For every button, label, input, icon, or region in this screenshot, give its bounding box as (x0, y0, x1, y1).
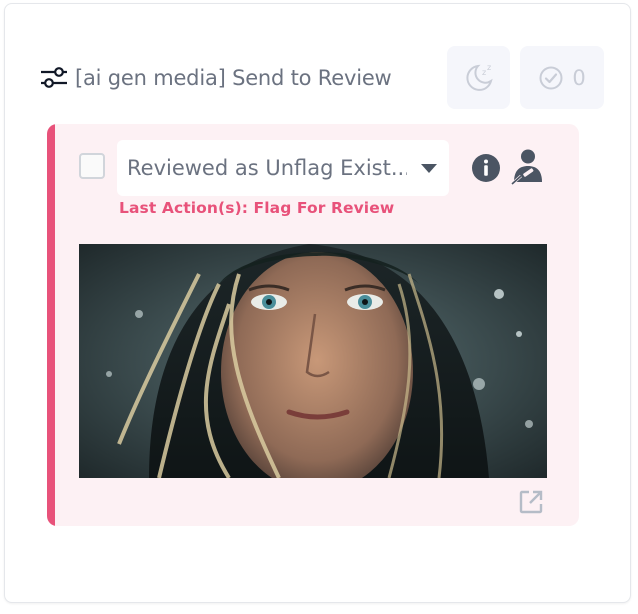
svg-text:z: z (487, 63, 491, 72)
queue-title: [ai gen media] Send to Review (75, 66, 392, 90)
chevron-down-icon (421, 164, 437, 173)
panel-header: [ai gen media] Send to Review z z 0 (39, 44, 638, 110)
status-select-value: Reviewed as Unflag Exist... (127, 156, 407, 180)
user-gavel-icon[interactable] (509, 148, 547, 186)
media-image (79, 244, 547, 478)
approve-button[interactable]: 0 (520, 46, 604, 109)
moon-snooze-icon: z z (465, 63, 493, 91)
svg-text:z: z (482, 68, 486, 77)
sliders-icon[interactable] (39, 63, 69, 93)
status-select[interactable]: Reviewed as Unflag Exist... (117, 140, 449, 196)
approve-count: 0 (572, 65, 586, 90)
last-action-label: Last Action(s): Flag For Review (119, 199, 395, 217)
review-item-card: Reviewed as Unflag Exist... Last Action(… (47, 124, 579, 526)
card-accent-bar (47, 124, 55, 526)
select-checkbox[interactable] (79, 153, 105, 179)
info-circle-icon[interactable] (471, 153, 501, 183)
check-circle-icon (539, 66, 563, 89)
snooze-button[interactable]: z z (447, 46, 510, 109)
media-thumbnail[interactable] (79, 244, 547, 478)
external-link-icon[interactable] (517, 488, 545, 516)
